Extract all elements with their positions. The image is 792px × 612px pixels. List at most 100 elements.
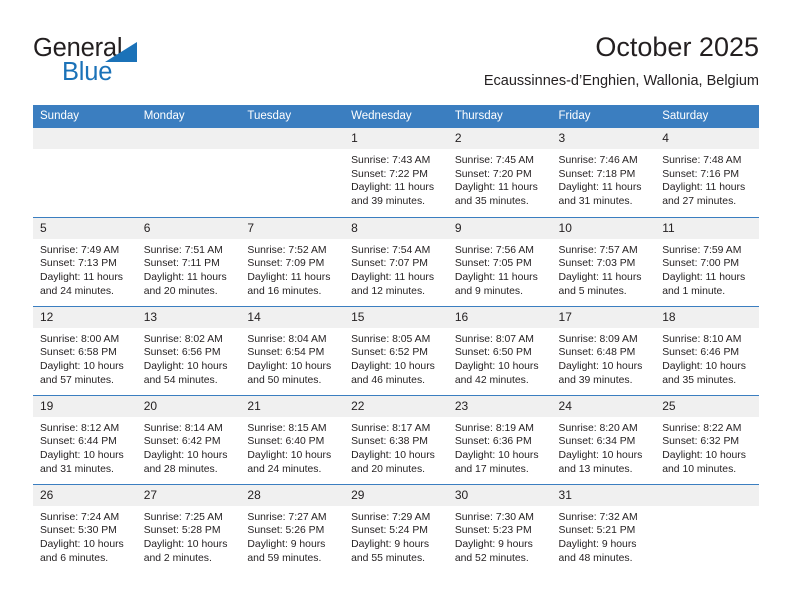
sunrise-text: Sunrise: 8:20 AM — [558, 422, 638, 434]
calendar-day-cell[interactable]: 22 Sunrise: 8:17 AM Sunset: 6:38 PM Dayligh… — [344, 394, 448, 484]
sunrise-text: Sunrise: 8:12 AM — [40, 422, 120, 434]
sunrise-text: Sunrise: 8:10 AM — [662, 333, 742, 345]
calendar-day-cell[interactable]: 28 Sunrise: 7:27 AM Sunset: 5:26 PM Dayligh… — [240, 483, 345, 573]
day-number — [240, 128, 345, 149]
calendar-week-row: 19 Sunrise: 8:12 AM Sunset: 6:44 PM Dayligh… — [33, 394, 759, 484]
weekday-header-sunday: Sunday — [33, 105, 137, 128]
calendar-day-cell[interactable]: 11 Sunrise: 7:59 AM Sunset: 7:00 PM Dayligh… — [655, 216, 759, 306]
sunrise-sunset-calendar: Sunday Monday Tuesday Wednesday Thursday… — [33, 105, 759, 573]
day-number: 5 — [33, 217, 137, 239]
daylight-text: Daylight: 9 hours and 48 minutes. — [558, 538, 637, 564]
sunrise-text: Sunrise: 7:59 AM — [662, 244, 742, 256]
calendar-day-cell[interactable]: 18 Sunrise: 8:10 AM Sunset: 6:46 PM Dayligh… — [655, 305, 759, 395]
day-details: Sunrise: 7:51 AM Sunset: 7:11 PM Daylight:… — [137, 239, 241, 299]
weekday-header-saturday: Saturday — [655, 105, 759, 128]
day-details: Sunrise: 8:15 AM Sunset: 6:40 PM Daylight:… — [240, 417, 344, 477]
calendar-day-cell-empty — [33, 128, 137, 217]
day-number: 19 — [33, 395, 137, 417]
calendar-day-cell[interactable]: 15 Sunrise: 8:05 AM Sunset: 6:52 PM Dayligh… — [344, 305, 448, 395]
calendar-day-cell[interactable]: 29 Sunrise: 7:29 AM Sunset: 5:24 PM Dayligh… — [344, 483, 448, 573]
calendar-day-cell[interactable]: 7 Sunrise: 7:52 AM Sunset: 7:09 PM Daylight… — [240, 216, 345, 306]
sunrise-text: Sunrise: 7:32 AM — [558, 511, 638, 523]
day-details: Sunrise: 7:32 AM Sunset: 5:21 PM Daylight:… — [552, 506, 656, 566]
daylight-text: Daylight: 10 hours and 39 minutes. — [558, 360, 643, 386]
calendar-day-cell[interactable]: 13 Sunrise: 8:02 AM Sunset: 6:56 PM Dayligh… — [136, 305, 241, 395]
general-blue-logo[interactable]: General Blue — [33, 34, 213, 90]
day-number: 4 — [655, 128, 759, 149]
day-number: 8 — [344, 217, 448, 239]
calendar-day-cell[interactable]: 27 Sunrise: 7:25 AM Sunset: 5:28 PM Dayligh… — [136, 483, 241, 573]
calendar-day-cell[interactable]: 16 Sunrise: 8:07 AM Sunset: 6:50 PM Dayligh… — [447, 305, 552, 395]
sunset-text: Sunset: 7:07 PM — [351, 258, 428, 270]
day-number: 9 — [447, 217, 552, 239]
calendar-day-cell[interactable]: 2 Sunrise: 7:45 AM Sunset: 7:20 PM Daylight… — [447, 128, 552, 217]
day-details: Sunrise: 7:30 AM Sunset: 5:23 PM Daylight:… — [448, 506, 552, 566]
day-details: Sunrise: 7:29 AM Sunset: 5:24 PM Daylight:… — [344, 506, 448, 566]
calendar-day-cell[interactable]: 1 Sunrise: 7:43 AM Sunset: 7:22 PM Daylight… — [344, 128, 448, 217]
calendar-day-cell-empty — [655, 483, 759, 573]
calendar-day-cell[interactable]: 24 Sunrise: 8:20 AM Sunset: 6:34 PM Dayligh… — [551, 394, 656, 484]
sunset-text: Sunset: 6:42 PM — [143, 436, 221, 448]
sunset-text: Sunset: 6:52 PM — [351, 347, 428, 359]
sunrise-text: Sunrise: 7:49 AM — [40, 244, 120, 256]
calendar-day-cell[interactable]: 14 Sunrise: 8:04 AM Sunset: 6:54 PM Dayligh… — [240, 305, 345, 395]
day-number: 12 — [33, 306, 137, 328]
day-number: 15 — [344, 306, 448, 328]
calendar-day-cell[interactable]: 25 Sunrise: 8:22 AM Sunset: 6:32 PM Dayligh… — [655, 394, 759, 484]
day-number: 27 — [136, 484, 241, 506]
daylight-text: Daylight: 10 hours and 50 minutes. — [247, 360, 332, 386]
daylight-text: Daylight: 10 hours and 2 minutes. — [143, 538, 228, 564]
calendar-day-cell[interactable]: 8 Sunrise: 7:54 AM Sunset: 7:07 PM Daylight… — [344, 216, 448, 306]
calendar-day-cell[interactable]: 26 Sunrise: 7:24 AM Sunset: 5:30 PM Dayligh… — [33, 483, 137, 573]
day-number: 30 — [447, 484, 552, 506]
sunset-text: Sunset: 6:54 PM — [247, 347, 325, 359]
calendar-day-cell[interactable]: 30 Sunrise: 7:30 AM Sunset: 5:23 PM Dayligh… — [447, 483, 552, 573]
day-details: Sunrise: 8:07 AM Sunset: 6:50 PM Daylight:… — [448, 328, 552, 388]
day-number — [136, 128, 241, 149]
calendar-day-cell[interactable]: 4 Sunrise: 7:48 AM Sunset: 7:16 PM Daylight… — [655, 128, 759, 217]
calendar-day-cell[interactable]: 20 Sunrise: 8:14 AM Sunset: 6:42 PM Dayligh… — [136, 394, 241, 484]
sunset-text: Sunset: 6:50 PM — [454, 347, 532, 359]
page-title: October 2025 — [595, 32, 759, 62]
day-details: Sunrise: 8:05 AM Sunset: 6:52 PM Daylight:… — [344, 328, 448, 388]
daylight-text: Daylight: 9 hours and 52 minutes. — [454, 538, 533, 564]
calendar-day-cell[interactable]: 17 Sunrise: 8:09 AM Sunset: 6:48 PM Dayligh… — [551, 305, 656, 395]
calendar-day-cell[interactable]: 31 Sunrise: 7:32 AM Sunset: 5:21 PM Dayligh… — [551, 483, 656, 573]
sunset-text: Sunset: 5:28 PM — [143, 525, 221, 537]
sunrise-text: Sunrise: 7:25 AM — [143, 511, 223, 523]
calendar-day-cell[interactable]: 21 Sunrise: 8:15 AM Sunset: 6:40 PM Dayligh… — [240, 394, 345, 484]
calendar-day-cell[interactable]: 5 Sunrise: 7:49 AM Sunset: 7:13 PM Daylight… — [33, 216, 137, 306]
calendar-day-cell[interactable]: 10 Sunrise: 7:57 AM Sunset: 7:03 PM Dayligh… — [551, 216, 656, 306]
sunset-text: Sunset: 7:03 PM — [558, 258, 636, 270]
sunrise-text: Sunrise: 8:05 AM — [351, 333, 431, 345]
weekday-header-friday: Friday — [551, 105, 656, 128]
daylight-text: Daylight: 10 hours and 54 minutes. — [143, 360, 228, 386]
day-number: 24 — [551, 395, 656, 417]
sunrise-text: Sunrise: 7:45 AM — [454, 155, 534, 166]
sunrise-text: Sunrise: 8:14 AM — [143, 422, 223, 434]
calendar-day-cell[interactable]: 6 Sunrise: 7:51 AM Sunset: 7:11 PM Daylight… — [136, 216, 241, 306]
daylight-text: Daylight: 11 hours and 39 minutes. — [351, 182, 435, 208]
day-number: 7 — [240, 217, 345, 239]
sunset-text: Sunset: 6:56 PM — [143, 347, 221, 359]
calendar-day-cell[interactable]: 19 Sunrise: 8:12 AM Sunset: 6:44 PM Dayligh… — [33, 394, 137, 484]
calendar-page: General Blue October 2025 Ecaussinnes-d’… — [0, 0, 792, 612]
sunset-text: Sunset: 7:20 PM — [454, 168, 532, 180]
day-details: Sunrise: 7:57 AM Sunset: 7:03 PM Daylight:… — [552, 239, 656, 299]
title-block: October 2025 Ecaussinnes-d’Enghien, Wall… — [484, 30, 759, 91]
sunset-text: Sunset: 7:22 PM — [351, 168, 428, 180]
sunrise-text: Sunrise: 7:52 AM — [247, 244, 327, 256]
sunrise-text: Sunrise: 7:43 AM — [351, 155, 431, 166]
calendar-day-cell[interactable]: 12 Sunrise: 8:00 AM Sunset: 6:58 PM Dayligh… — [33, 305, 137, 395]
calendar-day-cell[interactable]: 3 Sunrise: 7:46 AM Sunset: 7:18 PM Daylight… — [551, 128, 656, 217]
sunset-text: Sunset: 6:38 PM — [351, 436, 428, 448]
sunrise-text: Sunrise: 7:56 AM — [454, 244, 534, 256]
sunrise-text: Sunrise: 8:04 AM — [247, 333, 327, 345]
day-details: Sunrise: 7:45 AM Sunset: 7:20 PM Daylight:… — [448, 149, 552, 209]
calendar-day-cell[interactable]: 23 Sunrise: 8:19 AM Sunset: 6:36 PM Dayligh… — [447, 394, 552, 484]
day-details: Sunrise: 7:43 AM Sunset: 7:22 PM Daylight:… — [344, 149, 448, 209]
calendar-week-row: 1 Sunrise: 7:43 AM Sunset: 7:22 PM Daylight… — [33, 128, 759, 217]
calendar-day-cell[interactable]: 9 Sunrise: 7:56 AM Sunset: 7:05 PM Daylight… — [447, 216, 552, 306]
day-details: Sunrise: 8:19 AM Sunset: 6:36 PM Daylight:… — [448, 417, 552, 477]
sunset-text: Sunset: 5:26 PM — [247, 525, 325, 537]
